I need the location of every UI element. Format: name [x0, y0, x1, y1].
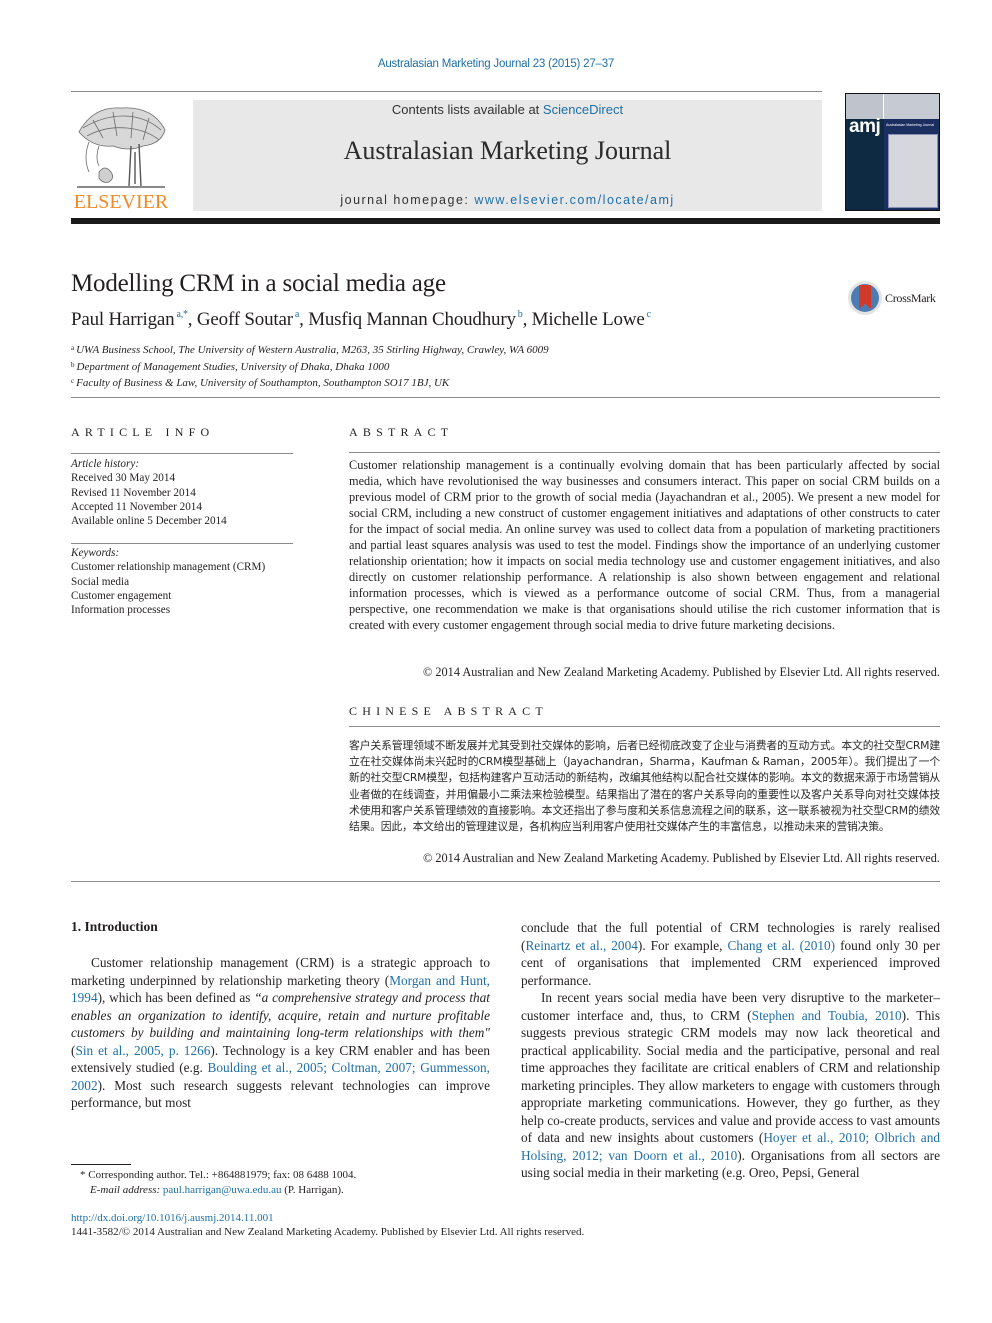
keyword: Customer engagement: [71, 589, 172, 602]
homepage-prefix: journal homepage:: [340, 193, 475, 207]
abstract-copyright: © 2014 Australian and New Zealand Market…: [422, 665, 940, 679]
body-column-right: conclude that the full potential of CRM …: [521, 919, 940, 1182]
journal-masthead: Contents lists available at ScienceDirec…: [193, 100, 822, 211]
history-item: Revised 11 November 2014: [71, 486, 196, 499]
divider: [71, 397, 940, 398]
journal-name: Australasian Marketing Journal: [343, 136, 672, 165]
author-email-link[interactable]: paul.harrigan@uwa.edu.au: [163, 1184, 282, 1196]
chinese-abstract-text: 客户关系管理领域不断发展并尤其受到社交媒体的影响，后者已经彻底改变了企业与消费者…: [349, 739, 940, 834]
journal-cover-thumbnail[interactable]: amj Australasian Marketing Journal: [845, 93, 940, 211]
citation-link[interactable]: Reinartz et al., 2004: [525, 938, 637, 953]
article-title: Modelling CRM in a social media age: [71, 270, 446, 297]
history-item: Accepted 11 November 2014: [71, 500, 202, 513]
author-list: Paul Harrigan a,*, Geoff Soutar a, Musfiq …: [71, 309, 651, 331]
affiliation: a UWA Business School, The University of …: [71, 344, 549, 356]
sciencedirect-link[interactable]: ScienceDirect: [543, 102, 623, 117]
author-affiliation-mark[interactable]: a,*: [176, 309, 188, 320]
chinese-abstract-heading: CHINESE ABSTRACT: [349, 704, 548, 718]
paragraph: In recent years social media have been v…: [521, 990, 941, 1180]
paragraph: Customer relationship management (CRM) i…: [71, 955, 490, 1110]
body-column-left: Customer relationship management (CRM) i…: [71, 954, 490, 1112]
divider: [71, 543, 293, 544]
corresponding-author-footnote: * Corresponding author. Tel.: +864881979…: [80, 1168, 356, 1198]
citation-link[interactable]: Chang et al. (2010): [727, 938, 835, 953]
divider: [349, 726, 940, 727]
author[interactable]: Michelle Lowe c: [532, 309, 651, 330]
article-history: Article history: Received 30 May 2014 Re…: [71, 457, 227, 528]
history-item: Received 30 May 2014: [71, 472, 176, 485]
crossmark-label: CrossMark: [885, 291, 936, 305]
masthead-thick-divider: [71, 218, 940, 224]
article-info-heading: ARTICLE INFO: [71, 425, 215, 439]
journal-homepage-link[interactable]: www.elsevier.com/locate/amj: [474, 193, 674, 207]
corresponding-author-note: * Corresponding author. Tel.: +864881979…: [80, 1169, 357, 1181]
author-separator: ,: [187, 309, 197, 330]
keyword: Customer relationship management (CRM): [71, 561, 266, 574]
cover-amj-logo: amj: [849, 116, 881, 137]
history-item: Available online 5 December 2014: [71, 515, 227, 528]
elsevier-logo[interactable]: ELSEVIER: [71, 100, 171, 213]
issn-copyright-line: 1441-3582/© 2014 Australian and New Zeal…: [71, 1226, 585, 1238]
divider: [349, 452, 940, 453]
elsevier-tree-icon: [77, 107, 166, 188]
author-separator: ,: [299, 309, 309, 330]
author[interactable]: Geoff Soutar a: [197, 309, 299, 330]
homepage-line: journal homepage: www.elsevier.com/locat…: [193, 193, 822, 207]
divider: [71, 453, 293, 454]
citation-link[interactable]: Stephen and Toubia, 2010: [752, 1008, 902, 1023]
keyword: Social media: [71, 575, 130, 588]
cover-subtitle: Australasian Marketing Journal: [886, 123, 935, 127]
keywords-label: Keywords:: [71, 547, 120, 559]
author-separator: ,: [522, 309, 532, 330]
author[interactable]: Musfiq Mannan Choudhury b: [308, 309, 523, 330]
chinese-abstract-copyright: © 2014 Australian and New Zealand Market…: [422, 851, 940, 865]
abstract-text: Customer relationship management is a co…: [349, 458, 940, 632]
author[interactable]: Paul Harrigan a,*: [71, 309, 188, 330]
footnote-divider: [71, 1164, 131, 1165]
cover-panel: [888, 134, 938, 208]
doi-link[interactable]: http://dx.doi.org/10.1016/j.ausmj.2014.1…: [71, 1212, 274, 1224]
elsevier-wordmark: ELSEVIER: [73, 191, 169, 213]
divider: [71, 881, 940, 882]
paragraph: conclude that the full potential of CRM …: [521, 920, 941, 988]
affiliation: c Faculty of Business & Law, University o…: [71, 377, 450, 389]
article-history-label: Article history:: [71, 458, 140, 470]
keywords: Keywords: Customer relationship manageme…: [71, 546, 265, 617]
section-heading-introduction: 1. Introduction: [71, 919, 158, 934]
crossmark-icon: [848, 281, 882, 315]
affiliation: b Department of Management Studies, Unive…: [71, 360, 390, 373]
abstract-heading: ABSTRACT: [349, 425, 454, 439]
header-divider: [71, 91, 822, 92]
contents-line: Contents lists available at ScienceDirec…: [193, 102, 822, 117]
email-line: E-mail address: paul.harrigan@uwa.edu.au…: [90, 1184, 344, 1196]
crossmark-button[interactable]: CrossMark: [848, 281, 943, 317]
contents-prefix: Contents lists available at: [391, 102, 543, 117]
author-affiliation-mark[interactable]: c: [647, 309, 651, 320]
journal-citation-link[interactable]: Australasian Marketing Journal 23 (2015)…: [0, 58, 992, 70]
affiliations: a UWA Business School, The University of …: [71, 341, 549, 391]
keyword: Information processes: [71, 604, 171, 617]
citation-link[interactable]: Sin et al., 2005, p. 1266: [75, 1043, 210, 1058]
